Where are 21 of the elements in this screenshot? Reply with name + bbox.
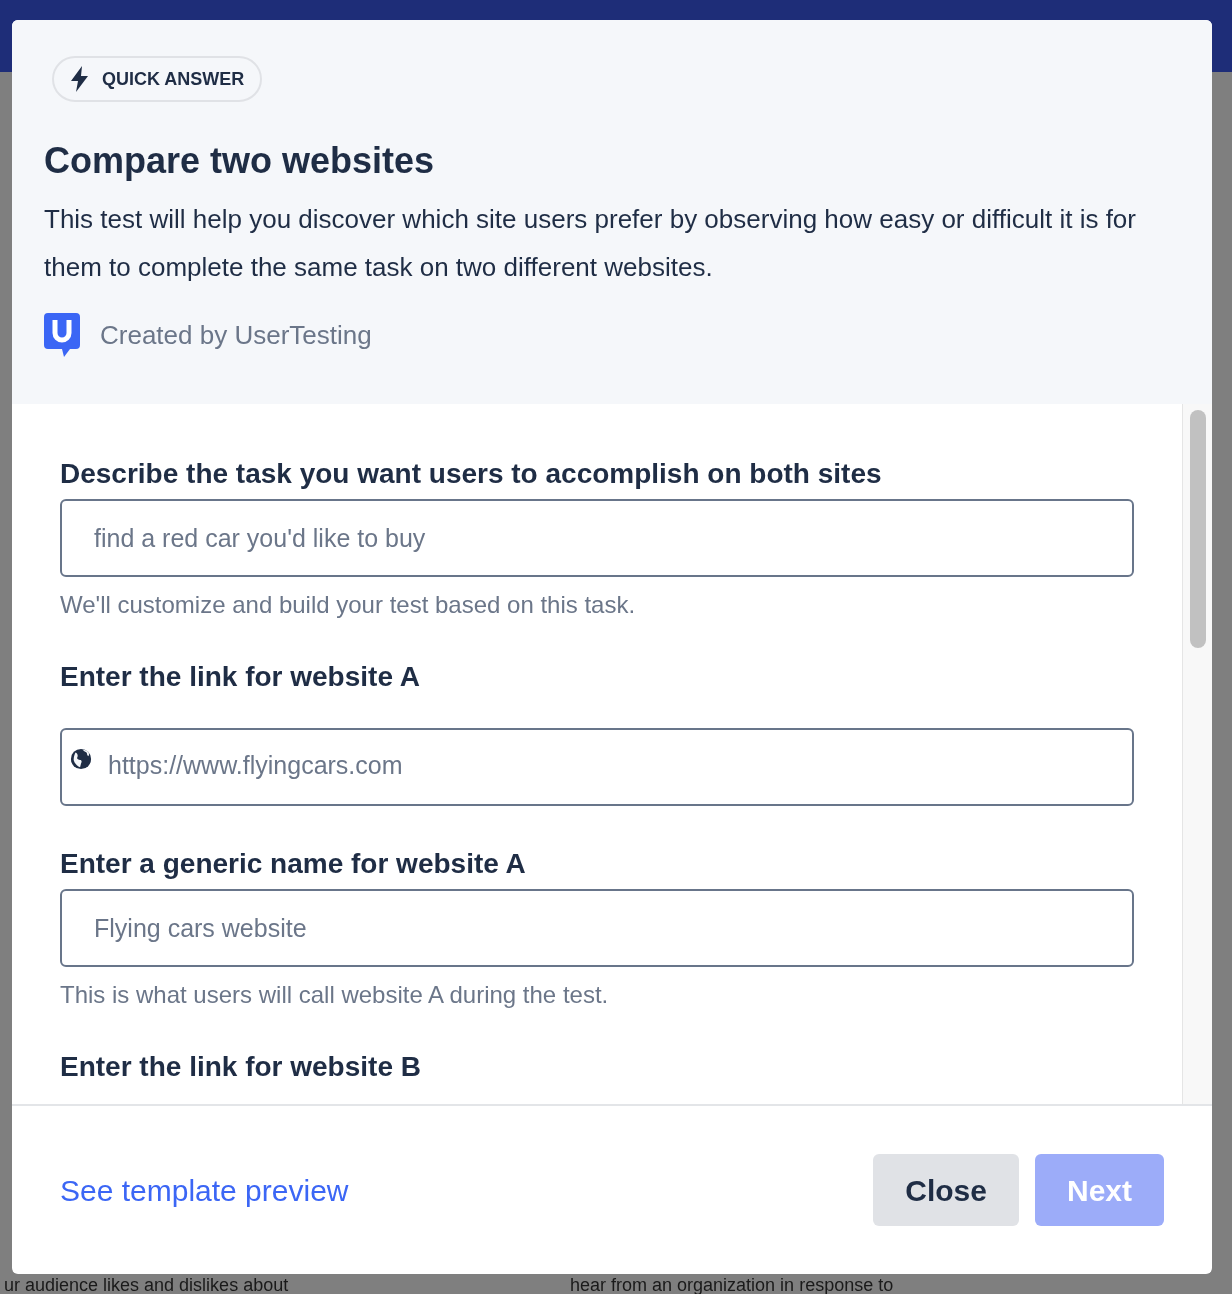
- help-text: We'll customize and build your test based on this task.: [60, 590, 637, 620]
- scrollbar-thumb[interactable]: [1189, 410, 1206, 648]
- badge-label: QUICK ANSWER: [102, 67, 245, 91]
- help-text: This is what users will call website A during the test.: [60, 980, 610, 1010]
- dialog-title: Compare two websites: [44, 139, 436, 183]
- logo-icon: [44, 313, 80, 357]
- dialog-description: This test will help you discover which site users prefer by observing how easy or difficult it is for them to complete the same task on two different websites.: [44, 203, 1137, 284]
- field-label: Describe the task you want users to accomplish on both sites: [60, 457, 883, 491]
- field-label: Enter a generic name for website A: [60, 847, 527, 881]
- close-button[interactable]: Close: [873, 1154, 1019, 1226]
- globe-icon: [70, 748, 92, 770]
- url-field[interactable]: https://www.flyingcars.com: [60, 728, 1134, 806]
- field-label: Enter the link for website B: [60, 1050, 422, 1084]
- text-field[interactable]: Flying cars website: [60, 889, 1134, 967]
- field-label: Enter the link for website A: [60, 660, 421, 694]
- lightning-icon: [70, 66, 90, 92]
- background-text: ur audience likes and dislikes about: [3, 1276, 290, 1294]
- creator-label: Created by UserTesting: [100, 318, 372, 352]
- background-text: hear from an organization in response to: [570, 1276, 894, 1294]
- template-preview-link[interactable]: See template preview: [60, 1167, 349, 1213]
- text-field[interactable]: find a red car you'd like to buy: [60, 499, 1134, 577]
